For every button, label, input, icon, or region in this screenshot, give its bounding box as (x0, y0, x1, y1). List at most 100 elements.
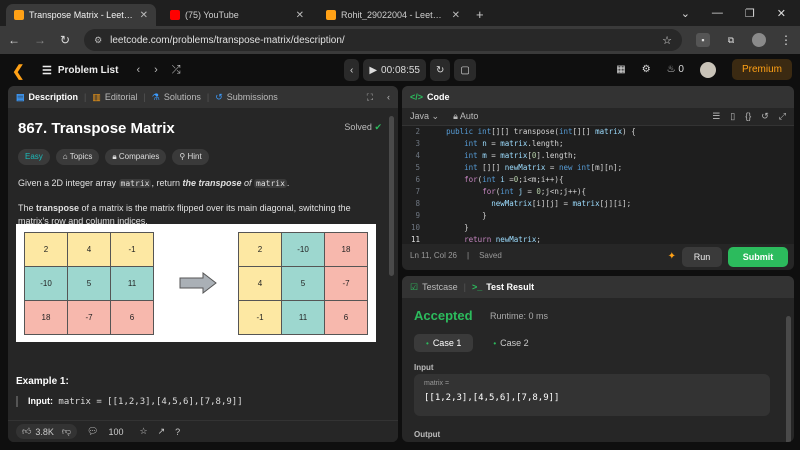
language-select[interactable]: Java ⌄ (410, 111, 439, 122)
lightbulb-icon: ⚲ (179, 152, 186, 161)
tab-testcase[interactable]: ☑ Testcase (410, 282, 458, 293)
tab-code[interactable]: </> Code (410, 92, 450, 102)
tab-label: Description (28, 92, 79, 102)
tab-description[interactable]: ▤ Description (16, 92, 78, 103)
menu-kebab-icon[interactable]: ⋮ (780, 33, 792, 47)
extension-icon[interactable]: ▪ (696, 33, 710, 47)
window-controls: ⌄ — ❐ ✕ (681, 0, 800, 26)
url-field[interactable]: ⚙ leetcode.com/problems/transpose-matrix… (84, 29, 682, 51)
browser-tab-profile[interactable]: Rohit_29022004 - LeetCode Pr... ✕ (318, 4, 468, 26)
fullscreen-icon[interactable]: ⤢ (779, 111, 786, 122)
settings-gear-icon[interactable]: ⚙ (642, 64, 651, 75)
reload-icon[interactable]: ↻ (60, 33, 70, 47)
timer-button[interactable]: ▶ 00:08:55 (363, 59, 426, 81)
code-tabs: </> Code (402, 86, 794, 108)
browser-tab-leetcode[interactable]: Transpose Matrix - LeetCode ✕ (6, 4, 156, 26)
user-avatar[interactable] (699, 61, 716, 78)
reset-timer-button[interactable]: ↻ (429, 59, 451, 81)
result-tabs: ☑ Testcase | >_ Test Result (402, 276, 794, 298)
shuffle-icon[interactable]: ⤮ (172, 64, 181, 77)
timer-collapse-button[interactable]: ‹ (344, 59, 360, 81)
companies-chip[interactable]: 🔒︎ Companies (105, 149, 167, 165)
tab-submissions[interactable]: ↺ Submissions (215, 92, 278, 103)
solved-badge: Solved ✔ (344, 122, 382, 133)
tab-label: Solutions (163, 92, 201, 102)
tab-solutions[interactable]: ⚗ Solutions (152, 92, 201, 103)
code-editor[interactable]: 2 public int[][] transpose(int[][] matri… (402, 126, 794, 244)
minimize-icon[interactable]: — (712, 7, 723, 19)
browser-tab-youtube[interactable]: (75) YouTube ✕ (162, 4, 312, 26)
address-bar: ← → ↻ ⚙ leetcode.com/problems/transpose-… (0, 26, 800, 54)
close-tab-icon[interactable]: ✕ (140, 10, 148, 21)
output-label: Output (414, 430, 441, 439)
collapse-panel-icon[interactable]: ‹ (387, 92, 390, 102)
tab-test-result[interactable]: >_ Test Result (472, 282, 534, 292)
format-icon[interactable]: ☰ (712, 111, 720, 122)
runtime-text: Runtime: 0 ms (490, 311, 549, 321)
maximize-icon[interactable]: ⛶ (367, 92, 373, 103)
url-text[interactable]: leetcode.com/problems/transpose-matrix/d… (110, 35, 654, 46)
flask-icon: ⚗ (151, 91, 160, 102)
bookmark-icon[interactable]: ▯ (730, 111, 735, 122)
arrow-right-icon (179, 272, 217, 294)
mode-select[interactable]: 🔒︎ Auto (453, 111, 478, 122)
tab-editorial[interactable]: ▥ Editorial (92, 92, 137, 103)
flame-icon: ♨ (666, 64, 676, 75)
braces-icon[interactable]: {} (745, 111, 751, 122)
input-label: Input (414, 363, 434, 372)
browser-tab-title: (75) YouTube (185, 10, 239, 20)
forward-icon[interactable]: → (34, 33, 46, 47)
close-tab-icon[interactable]: ✕ (296, 10, 304, 21)
result-scrollbar[interactable] (786, 316, 791, 442)
notes-button[interactable]: ▢ (454, 59, 476, 81)
back-icon[interactable]: ← (8, 33, 20, 47)
share-icon[interactable]: ↗ (158, 426, 166, 437)
close-window-icon[interactable]: ✕ (777, 7, 786, 20)
problem-title: 867. Transpose Matrix (18, 120, 175, 137)
code-line: 2 public int[][] transpose(int[][] matri… (415, 127, 636, 136)
matrix-cell: 6 (325, 301, 368, 335)
check-circle-icon: ✔ (374, 122, 382, 132)
help-icon[interactable]: ? (175, 427, 180, 437)
reset-code-icon[interactable]: ↺ (761, 111, 769, 122)
problem-list-button[interactable]: ☰ Problem List (42, 64, 118, 77)
close-tab-icon[interactable]: ✕ (452, 10, 460, 21)
apps-grid-icon[interactable]: ▦ (616, 64, 625, 75)
extensions-puzzle-icon[interactable]: ⧉ (724, 33, 738, 47)
run-button[interactable]: Run (682, 247, 722, 267)
timer-value: 00:08:55 (381, 64, 420, 76)
thumbs-up-icon[interactable]: 👍︎ (22, 426, 31, 437)
submit-button[interactable]: Submit (728, 247, 788, 267)
streak-counter[interactable]: ♨ 0 (667, 64, 684, 75)
case-1-tab[interactable]: • Case 1 (414, 334, 474, 352)
debug-wand-icon[interactable]: ✦ (668, 251, 676, 262)
new-tab-icon[interactable]: + (476, 7, 484, 22)
premium-button[interactable]: Premium (731, 59, 792, 80)
leetcode-logo-icon[interactable]: ❮ (12, 62, 28, 80)
next-problem-icon[interactable]: › (154, 64, 158, 77)
prev-problem-icon[interactable]: ‹ (136, 64, 140, 77)
book-icon: ▥ (92, 91, 101, 102)
matrix-cell: 2 (239, 233, 282, 267)
profile-avatar[interactable] (752, 33, 766, 47)
bookmark-star-icon[interactable]: ☆ (662, 34, 672, 47)
emphasis-text: the transpose (182, 178, 242, 188)
topics-chip[interactable]: ⌂ Topics (55, 149, 100, 165)
case-tabs: • Case 1 • Case 2 (414, 334, 541, 352)
hint-chip[interactable]: ⚲ Hint (172, 149, 209, 165)
case-2-tab[interactable]: • Case 2 (481, 334, 540, 352)
statement-text: . (286, 178, 290, 188)
restore-icon[interactable]: ❐ (745, 7, 755, 20)
problem-list-label: Problem List (57, 64, 119, 76)
description-scrollbar[interactable] (389, 116, 394, 276)
star-icon[interactable]: ☆ (140, 426, 148, 437)
site-info-icon[interactable]: ⚙ (94, 35, 102, 46)
comment-icon[interactable]: 💬︎ (87, 426, 98, 437)
mode-value: Auto (459, 111, 479, 121)
tab-search-icon[interactable]: ⌄ (681, 7, 690, 20)
matrix-cell: -1 (239, 301, 282, 335)
browser-tab-title: Rohit_29022004 - LeetCode Pr... (341, 10, 447, 20)
matrix-cell: 2 (25, 233, 68, 267)
thumbs-down-icon[interactable]: 👎︎ (62, 426, 71, 437)
tab-divider: | (84, 92, 87, 102)
